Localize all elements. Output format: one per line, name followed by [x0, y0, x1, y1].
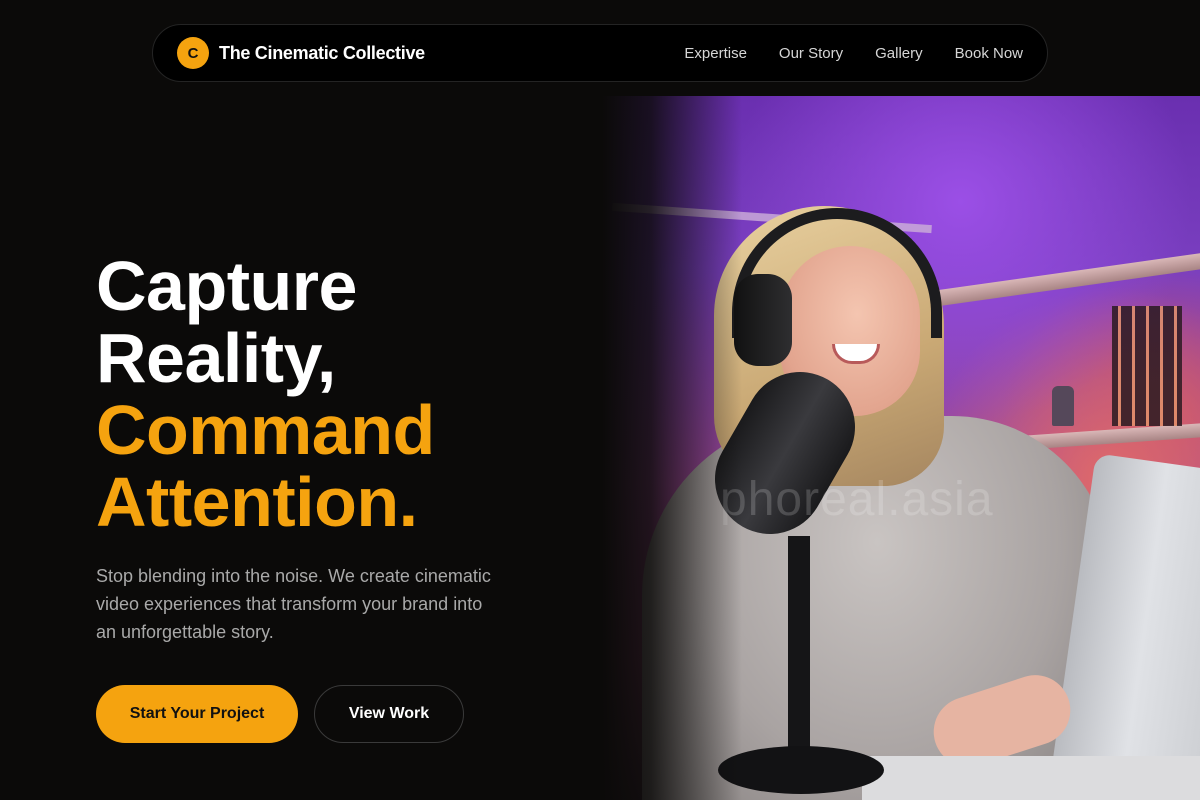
microphone-base: [718, 746, 884, 794]
headphones-earcup: [734, 274, 792, 366]
photo-watermark: phoreal.asia: [720, 473, 994, 526]
brand-logo[interactable]: C The Cinematic Collective: [177, 37, 425, 69]
nav-link-our-story[interactable]: Our Story: [779, 45, 843, 62]
start-project-button[interactable]: Start Your Project: [96, 685, 298, 743]
image-fade-overlay: [602, 96, 742, 800]
wall-shelf-upper: [922, 251, 1200, 309]
brand-mark-icon: C: [177, 37, 209, 69]
shelf-figurine: [1052, 386, 1074, 426]
brand-name: The Cinematic Collective: [219, 42, 425, 63]
nav-link-book-now[interactable]: Book Now: [955, 45, 1023, 62]
top-navbar: C The Cinematic Collective Expertise Our…: [152, 24, 1048, 82]
headline-line-1: Capture: [96, 247, 357, 325]
microphone-stand: [788, 536, 810, 776]
nav-link-expertise[interactable]: Expertise: [684, 45, 747, 62]
hero-headline: Capture Reality, Command Attention.: [96, 250, 435, 538]
desk: [862, 756, 1200, 800]
hanging-cables: [1112, 306, 1182, 426]
nav-link-gallery[interactable]: Gallery: [875, 45, 923, 62]
hero-image: phoreal.asia: [602, 96, 1200, 800]
nav-links: Expertise Our Story Gallery Book Now: [684, 45, 1023, 62]
headline-line-4: Attention.: [96, 463, 418, 541]
view-work-button[interactable]: View Work: [314, 685, 464, 743]
headline-line-3: Command: [96, 391, 435, 469]
headline-line-2: Reality,: [96, 319, 336, 397]
hero-subtext: Stop blending into the noise. We create …: [96, 566, 491, 642]
